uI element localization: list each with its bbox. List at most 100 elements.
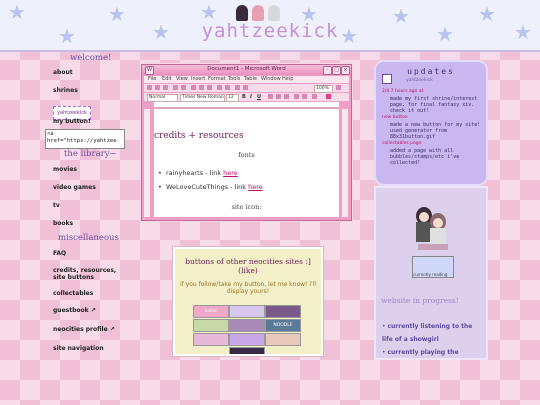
zoom-select[interactable]: 100%	[314, 85, 333, 93]
sidebar-link-shrines[interactable]: shrines	[53, 87, 78, 94]
buttons-box-subtitle: if you follow/take my button, let me kno…	[179, 281, 316, 295]
list-item: • currently listening to the life of a s…	[382, 323, 473, 343]
align-left-icon[interactable]	[268, 94, 273, 99]
style-select[interactable]: Normal	[147, 94, 178, 102]
menu-tools[interactable]: Tools	[228, 76, 240, 82]
sidebar-link-movies[interactable]: movies	[53, 166, 77, 173]
mascot-icon	[268, 5, 280, 21]
menu-view[interactable]: View	[176, 76, 188, 82]
menu-table[interactable]: Table	[244, 76, 257, 82]
menu-insert[interactable]: Insert	[191, 76, 205, 82]
word-document-page[interactable]: credits + resources fonts • rainyhearts …	[154, 109, 339, 217]
word-window-title: Document1 - Microsoft Word	[207, 66, 286, 72]
print-icon[interactable]	[173, 85, 178, 90]
sidebar-heading-misc: miscellaneous	[58, 233, 119, 243]
sidebar-link-guestbook[interactable]: guestbook ↗	[53, 307, 96, 314]
fonts-label: fonts	[238, 151, 255, 159]
menu-help[interactable]: Help	[282, 76, 293, 82]
minimize-icon[interactable]: –	[323, 66, 332, 75]
menu-file[interactable]: File	[148, 76, 156, 82]
cut-icon[interactable]	[191, 85, 196, 90]
redo-icon[interactable]	[225, 85, 230, 90]
word-scrollbar[interactable]	[342, 109, 348, 217]
credits-heading: credits + resources	[154, 131, 244, 141]
font-color-icon[interactable]	[326, 94, 331, 99]
star-icon: ★	[200, 0, 218, 24]
site-button[interactable]	[265, 333, 301, 346]
open-icon[interactable]	[155, 85, 160, 90]
status-card: currently reading website in progress! •…	[374, 186, 488, 360]
font-size-select[interactable]: 12	[226, 94, 239, 102]
site-button[interactable]	[265, 305, 301, 318]
save-icon[interactable]	[163, 85, 168, 90]
status-prefix: currently listening to the	[387, 323, 473, 330]
update-date: 2/4 7 hours ago at	[382, 89, 424, 94]
help-icon[interactable]	[336, 85, 341, 90]
list-item: • currently playing the	[382, 349, 459, 356]
site-button[interactable]: sailor	[193, 305, 229, 318]
mascot-icon	[236, 5, 248, 21]
site-button[interactable]	[229, 305, 265, 318]
indent-icon[interactable]	[312, 94, 317, 99]
site-button[interactable]	[229, 333, 265, 346]
word-ruler	[154, 102, 339, 108]
menu-window[interactable]: Window	[261, 76, 281, 82]
sidebar-link-collectables[interactable]: collectables	[53, 290, 93, 297]
credit-link[interactable]: here	[248, 183, 263, 191]
sidebar-heading-library: the library~	[64, 149, 117, 159]
italic-button[interactable]: I	[250, 94, 252, 100]
sidebar-heading-welcome: welcome!	[70, 53, 112, 63]
site-icon-label: site icon:	[231, 203, 262, 211]
align-right-icon[interactable]	[284, 94, 289, 99]
sidebar-link-about[interactable]: about	[53, 69, 73, 76]
updates-subtitle: yahtzeekick	[406, 78, 433, 83]
sidebar-link-faq[interactable]: FAQ	[53, 250, 66, 257]
close-icon[interactable]: ×	[341, 66, 350, 75]
sidebar-link-video-games[interactable]: video games	[53, 184, 96, 191]
sidebar-link-site-navigation[interactable]: site navigation	[53, 345, 104, 352]
bullets-icon[interactable]	[302, 94, 307, 99]
buttons-box-title: buttons of other neocities sites :] (lik…	[185, 257, 311, 275]
site-button[interactable]	[229, 347, 265, 354]
undo-icon[interactable]	[217, 85, 222, 90]
updates-panel: updates yahtzeekick 2/4 7 hours ago at m…	[374, 60, 488, 186]
credit-item-text: WeLoveCuteThings - link	[165, 183, 249, 191]
word-menubar: File Edit View Insert Format Tools Table…	[144, 76, 349, 83]
status-prefix: currently playing the	[387, 349, 459, 356]
sidebar-link-tv[interactable]: tv	[53, 202, 60, 209]
status-value: life of a showgirl	[382, 336, 439, 343]
neocities-buttons-box: buttons of other neocities sites :] (lik…	[172, 246, 324, 357]
maximize-icon[interactable]: □	[332, 66, 341, 75]
bold-button[interactable]: B	[242, 94, 246, 100]
copy-icon[interactable]	[199, 85, 204, 90]
sidebar-link-books[interactable]: books	[53, 220, 73, 227]
updates-title: updates	[407, 67, 455, 76]
sidebar-link-neocities-profile[interactable]: neocities profile ↗	[53, 326, 115, 333]
my-button-label: my button!	[53, 118, 91, 125]
word-standard-toolbar: 100%	[144, 84, 349, 93]
site-button[interactable]	[193, 319, 229, 332]
anime-girls-image	[416, 207, 448, 250]
list-item: • WeLoveCuteThings - link here	[158, 183, 263, 191]
underline-button[interactable]: U	[257, 94, 261, 100]
sidebar-link-credits[interactable]: credits, resources, site buttons	[53, 267, 123, 281]
site-button[interactable]	[229, 319, 265, 332]
update-text: made my first shrine/interest page, for …	[390, 96, 478, 114]
numbering-icon[interactable]	[294, 94, 299, 99]
credit-link[interactable]: here	[223, 169, 238, 177]
preview-icon[interactable]	[181, 85, 186, 90]
font-select[interactable]: Times New Roman	[180, 94, 225, 102]
align-center-icon[interactable]	[276, 94, 281, 99]
columns-icon[interactable]	[243, 85, 248, 90]
site-button[interactable]	[193, 333, 229, 346]
wip-title: website in progress!	[381, 296, 459, 305]
button-code-textarea[interactable]: <a href="https://yahtzee	[45, 129, 125, 149]
list-item: • rainyhearts - link here	[158, 169, 238, 177]
menu-edit[interactable]: Edit	[162, 76, 172, 82]
paste-icon[interactable]	[207, 85, 212, 90]
word-window: Document1 - Microsoft Word W – □ × File …	[141, 64, 352, 221]
new-icon[interactable]	[147, 85, 152, 90]
table-icon[interactable]	[235, 85, 240, 90]
menu-format[interactable]: Format	[208, 76, 226, 82]
site-button[interactable]: NOODLE	[265, 319, 301, 332]
